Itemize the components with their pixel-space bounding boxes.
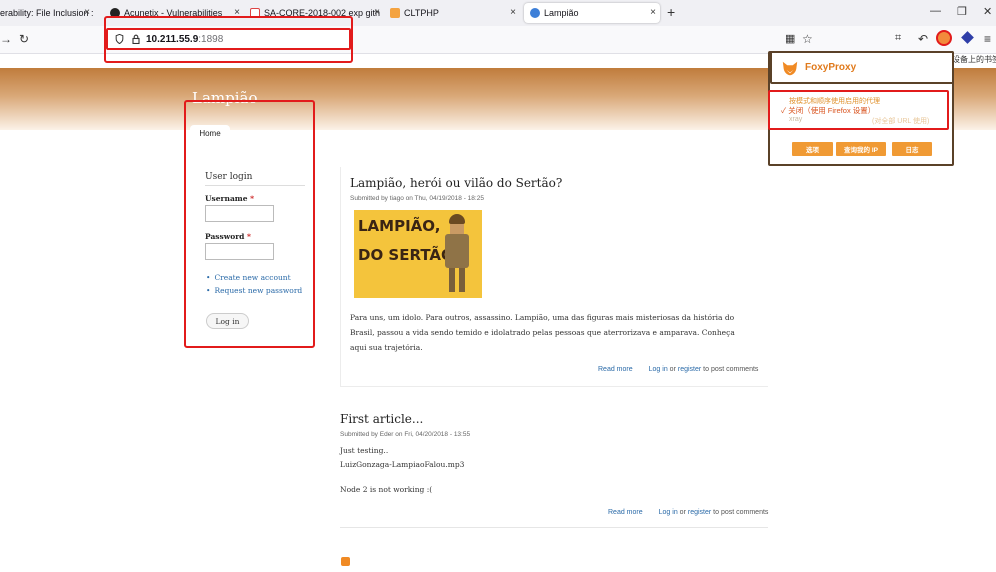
close-tab-icon[interactable]: × (84, 7, 90, 19)
url-port: :1898 (198, 33, 224, 45)
rss-feed-icon[interactable] (341, 557, 350, 566)
crop-icon[interactable]: ⌗ (895, 32, 901, 45)
foxyproxy-toolbar-icon[interactable] (936, 30, 952, 46)
register-link[interactable]: register (678, 366, 701, 373)
proxy-mode-highlight-box (768, 90, 949, 130)
username-label: Username * (205, 194, 255, 203)
drupal-icon (530, 8, 540, 18)
nav-toolbar: → ↻ 10.211.55.9 :1898 ▦ ☆ ⌗ ↶ ≡ (0, 26, 996, 54)
url-bar[interactable]: 10.211.55.9 :1898 (106, 28, 351, 50)
create-account-link[interactable]: Create new account (214, 273, 290, 282)
menu-icon[interactable]: ≡ (984, 32, 991, 46)
log-button[interactable]: 日志 (892, 142, 932, 156)
tab-strip: erability: File Inclusion : × Acunetix -… (0, 0, 996, 26)
list-item: Request new password (206, 284, 302, 297)
shield-icon[interactable] (115, 34, 124, 44)
mobile-bookmarks[interactable]: 设备上的书签 (952, 54, 996, 65)
tab-lampiao[interactable]: Lampião × (524, 3, 660, 23)
login-link[interactable]: Log in (659, 509, 678, 516)
list-item: Create new account (206, 271, 302, 284)
article-links: Read more Log in or register to post comm… (598, 366, 759, 373)
user-login-title: User login (205, 172, 305, 186)
password-input[interactable] (205, 243, 274, 260)
article-links: Read more Log in or register to post comm… (608, 509, 769, 516)
login-link[interactable]: Log in (649, 366, 668, 373)
article-meta: Submitted by Eder on Fri, 04/20/2018 - 1… (340, 431, 471, 438)
article-line: Node 2 is not working :( (340, 485, 433, 494)
bookmark-star-icon[interactable]: ☆ (802, 32, 813, 46)
lampiao-poster-image: LAMPIÃO, DO SERTÃO (354, 210, 482, 298)
poster-figure (442, 214, 472, 294)
extension-icon[interactable] (961, 31, 974, 44)
cltphp-icon (390, 8, 400, 18)
browser-window: erability: File Inclusion : × Acunetix -… (0, 0, 996, 572)
google-icon (250, 8, 260, 18)
article-teaser: Para uns, um idolo. Para outros, assassi… (350, 313, 735, 352)
article-title[interactable]: First article... (340, 412, 423, 426)
maximize-button[interactable]: ❐ (957, 5, 967, 18)
request-password-link[interactable]: Request new password (214, 286, 302, 295)
article-line: LuizGonzaga-LampiaoFalou.mp3 (340, 460, 465, 469)
acunetix-icon (110, 8, 120, 18)
forward-arrow-icon[interactable]: → (0, 32, 12, 46)
register-link[interactable]: register (688, 509, 711, 516)
password-label: Password * (205, 232, 251, 241)
read-more-link[interactable]: Read more (598, 366, 633, 373)
lock-icon[interactable] (132, 34, 140, 44)
foxyproxy-header: FoxyProxy (770, 51, 954, 84)
close-tab-icon[interactable]: × (374, 7, 380, 19)
foxyproxy-title: FoxyProxy (805, 62, 857, 73)
close-window-button[interactable]: ✕ (983, 5, 992, 18)
tab-label: Acunetix - Vulnerabilities (124, 8, 223, 18)
qr-code-icon[interactable]: ▦ (785, 32, 795, 45)
options-button[interactable]: 选项 (792, 142, 833, 156)
article-line: Just testing.. (340, 446, 389, 455)
divider (340, 527, 768, 528)
article-title[interactable]: Lampião, herói ou vilão do Sertão? (350, 176, 562, 190)
tab-label: erability: File Inclusion : (0, 8, 94, 18)
minimize-button[interactable]: — (930, 5, 941, 17)
login-highlight-box (184, 100, 315, 348)
username-input[interactable] (205, 205, 274, 222)
fox-icon (782, 61, 798, 75)
tab-label: SA-CORE-2018-002 exp gith (264, 8, 381, 18)
tab-label: Lampião (544, 8, 579, 18)
close-tab-icon[interactable]: × (234, 7, 240, 19)
login-button[interactable]: Log in (206, 313, 249, 329)
reload-icon[interactable]: ↻ (19, 32, 29, 46)
tab-cltphp[interactable]: CLTPHP × (384, 3, 520, 23)
tab-file-inclusion[interactable]: erability: File Inclusion : × (0, 3, 94, 23)
what-is-my-ip-button[interactable]: 查询我的 IP (836, 142, 886, 156)
new-tab-button[interactable]: + (667, 4, 675, 20)
back-arrow-icon[interactable]: ↶ (918, 32, 928, 46)
article-meta: Submitted by tiago on Thu, 04/19/2018 - … (350, 195, 484, 202)
read-more-link[interactable]: Read more (608, 509, 643, 516)
login-links: Create new account Request new password (206, 271, 302, 297)
tab-label: CLTPHP (404, 8, 439, 18)
poster-text: LAMPIÃO, DO SERTÃO (358, 217, 454, 264)
close-tab-icon[interactable]: × (650, 7, 656, 19)
tab-acunetix[interactable]: Acunetix - Vulnerabilities × (104, 3, 244, 23)
close-tab-icon[interactable]: × (510, 7, 516, 19)
url-host: 10.211.55.9 (146, 33, 199, 45)
tab-sa-core[interactable]: SA-CORE-2018-002 exp gith × (244, 3, 384, 23)
